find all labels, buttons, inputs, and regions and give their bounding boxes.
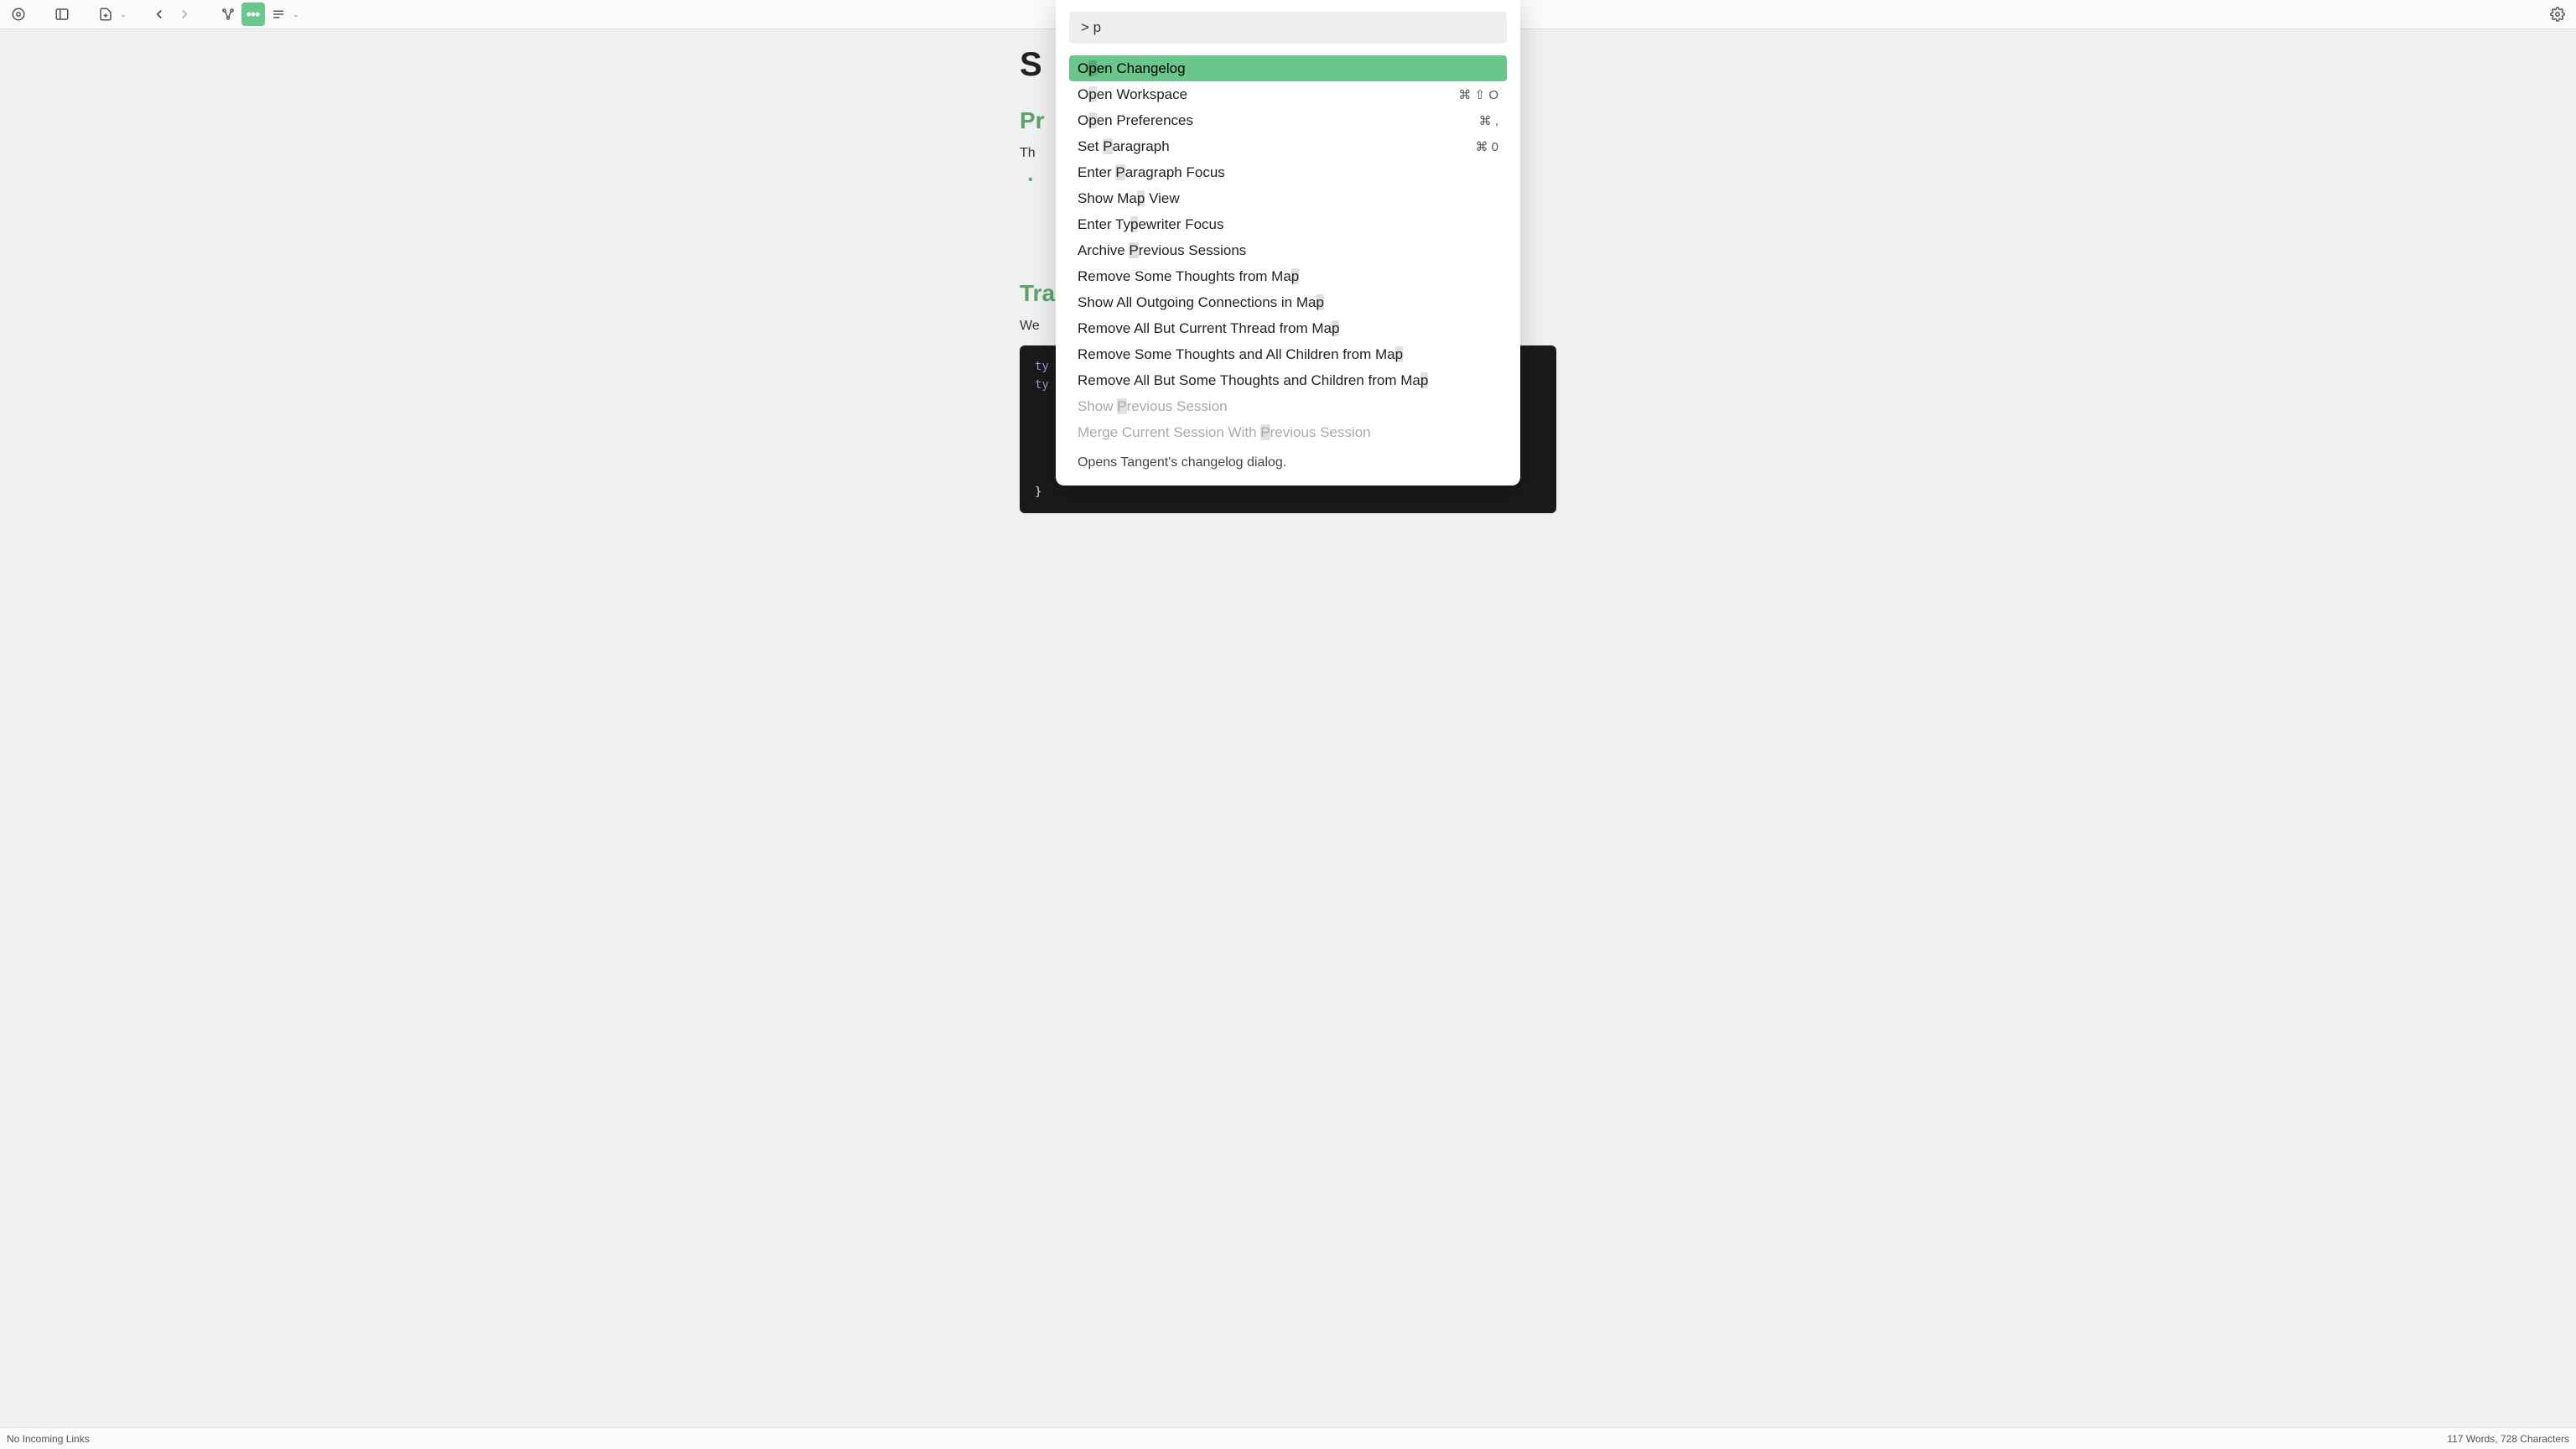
palette-item[interactable]: Open Changelog [1069,55,1507,81]
palette-item-label: Show Previous Session [1078,398,1228,415]
palette-item-label: Remove Some Thoughts and All Children fr… [1078,346,1403,363]
statusbar: No Incoming Links 117 Words, 728 Charact… [0,1427,2576,1449]
palette-item[interactable]: Open Preferences ⌘ , [1069,107,1507,133]
palette-item[interactable]: Set Paragraph ⌘ 0 [1069,133,1507,159]
palette-item-label: Enter Typewriter Focus [1078,216,1224,233]
palette-item[interactable]: Enter Typewriter Focus [1069,211,1507,237]
palette-item[interactable]: Show Map View [1069,185,1507,211]
command-palette: Open Changelog Open Workspace ⌘ ⇧ O Open Pr… [1056,0,1520,486]
forward-icon[interactable] [173,3,196,26]
palette-item[interactable]: Remove All But Current Thread from Map [1069,315,1507,341]
palette-item[interactable]: Open Workspace ⌘ ⇧ O [1069,81,1507,107]
sidebar-toggle-icon[interactable] [50,3,74,26]
palette-item-label: Merge Current Session With Previous Sess… [1078,424,1371,441]
palette-item[interactable]: Archive Previous Sessions [1069,237,1507,263]
code-token: ty [1035,378,1049,392]
palette-item-label: Enter Paragraph Focus [1078,164,1225,181]
palette-item-shortcut: ⌘ ⇧ O [1458,87,1498,102]
palette-item[interactable]: Remove All But Some Thoughts and Childre… [1069,367,1507,393]
palette-input[interactable] [1069,12,1507,44]
graph-icon[interactable] [216,3,240,26]
palette-item-shortcut: ⌘ , [1479,113,1498,128]
palette-item-label: Open Preferences [1078,112,1193,129]
palette-item[interactable]: Show Previous Session [1069,393,1507,419]
palette-item[interactable]: Remove Some Thoughts and All Children fr… [1069,341,1507,367]
palette-item-label: Remove All But Current Thread from Map [1078,320,1339,337]
palette-item-label: Show Map View [1078,190,1180,207]
palette-item-label: Remove Some Thoughts from Map [1078,268,1299,285]
palette-item-label: Open Changelog [1078,60,1186,77]
back-icon[interactable] [148,3,171,26]
palette-item-label: Remove All But Some Thoughts and Childre… [1078,372,1428,389]
palette-description: Opens Tangent's changelog dialog. [1069,445,1507,474]
palette-list: Open Changelog Open Workspace ⌘ ⇧ O Open Pr… [1069,55,1507,445]
palette-item-shortcut: ⌘ 0 [1475,139,1498,154]
list-icon[interactable] [267,3,290,26]
chevron-down-icon[interactable]: ⌄ [119,10,127,19]
code-token: ty [1035,360,1049,373]
gear-icon[interactable] [2546,3,2569,26]
chevron-down-icon[interactable]: ⌄ [292,10,300,19]
word-count-status[interactable]: 117 Words, 728 Characters [2447,1433,2569,1445]
palette-item[interactable]: Show All Outgoing Connections in Map [1069,289,1507,315]
palette-item-label: Show All Outgoing Connections in Map [1078,294,1324,311]
palette-item[interactable]: Merge Current Session With Previous Sess… [1069,419,1507,445]
new-note-icon[interactable] [94,3,117,26]
thread-icon[interactable] [242,3,265,26]
palette-item[interactable]: Enter Paragraph Focus [1069,159,1507,185]
palette-item-label: Set Paragraph [1078,138,1170,155]
incoming-links-status[interactable]: No Incoming Links [7,1433,90,1445]
palette-item-label: Archive Previous Sessions [1078,242,1246,259]
palette-item[interactable]: Remove Some Thoughts from Map [1069,263,1507,289]
circle-icon[interactable] [7,3,30,26]
palette-item-label: Open Workspace [1078,86,1187,103]
